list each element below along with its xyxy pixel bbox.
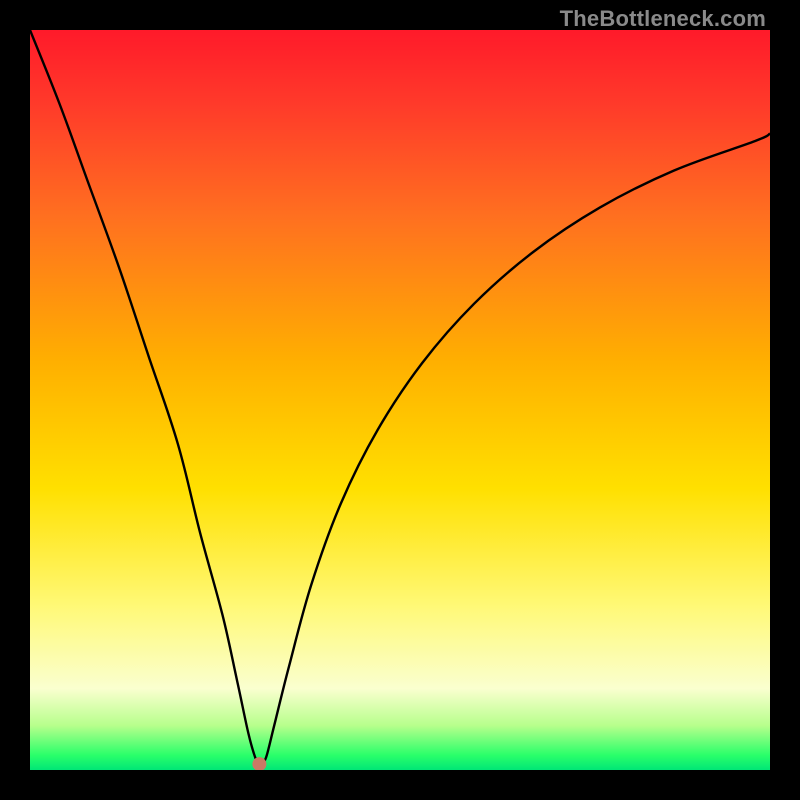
bottleneck-curve — [30, 30, 770, 770]
watermark-label: TheBottleneck.com — [560, 6, 766, 32]
plot-area — [30, 30, 770, 770]
chart-frame: TheBottleneck.com — [0, 0, 800, 800]
curve-path — [30, 30, 770, 764]
